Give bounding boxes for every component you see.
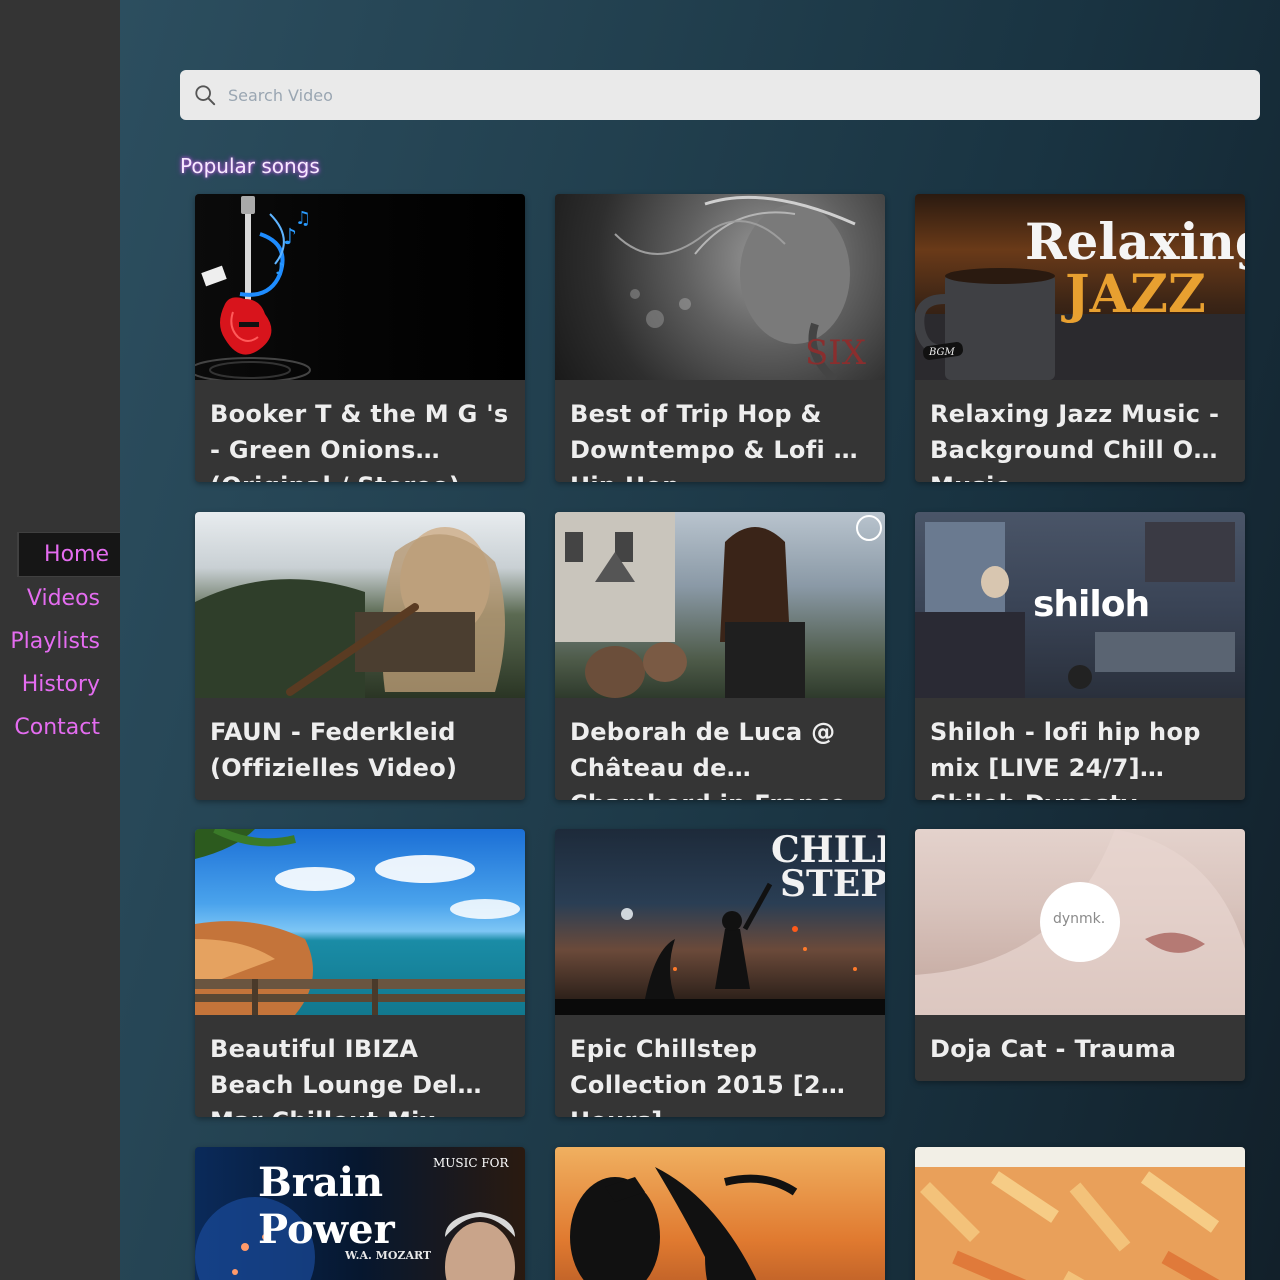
video-thumbnail [555, 1147, 885, 1280]
video-card[interactable]: FAUN - Federkleid (Offizielles Video) [195, 512, 525, 800]
video-title: Beautiful IBIZA Beach Lounge Del Mar Chi… [210, 1035, 458, 1117]
nav-item-history[interactable]: History [0, 663, 120, 706]
search-input[interactable] [228, 70, 1248, 120]
video-title: FAUN - Federkleid (Offizielles Video) [210, 718, 458, 782]
sidebar-nav: Home Videos Playlists History Contact [0, 532, 120, 749]
ibiza-beach-image [195, 829, 525, 1015]
video-title: Booker T & the M G 's - Green Onions (Or… [210, 400, 509, 482]
video-thumbnail: BGM Relaxing JAZZ [915, 194, 1245, 380]
nav-item-home[interactable]: Home [17, 532, 120, 577]
chill-title-line1: CHILL [771, 829, 885, 871]
six-logo-text: SIX [805, 333, 867, 373]
nav-item-contact[interactable]: Contact [0, 706, 120, 749]
video-title: Doja Cat - Trauma [930, 1035, 1177, 1063]
video-card[interactable]: Beautiful IBIZA Beach Lounge Del Mar Chi… [195, 829, 525, 1117]
video-thumbnail [195, 512, 525, 698]
video-thumbnail: shiloh [915, 512, 1245, 698]
smoke-portrait-image: SIX [614, 195, 867, 380]
svg-text:♪: ♪ [275, 259, 285, 278]
dynmk-logo-text: dynmk. [1053, 911, 1106, 927]
video-thumbnail: MUSIC FOR Brain Power W.A. MOZART [195, 1147, 525, 1280]
search-bar[interactable] [180, 70, 1260, 120]
nav-item-playlists[interactable]: Playlists [0, 620, 120, 663]
chill-title-line2: STEP [780, 863, 885, 905]
video-title: Relaxing Jazz Music - Background Chill O… [930, 400, 1223, 482]
brain-author: W.A. MOZART [345, 1249, 432, 1262]
brain-title: Brain Power [258, 1159, 395, 1253]
video-thumbnail: CHILL STEP [555, 829, 885, 1015]
video-card[interactable]: dynmk. Doja Cat - Trauma [915, 829, 1245, 1081]
video-thumbnail: SIX [555, 194, 885, 380]
main-content: Popular songs ♪ ♫ ♪ Booker T & the M G '… [120, 0, 1280, 1280]
video-title: Shiloh - lofi hip hop mix [LIVE 24/7] Sh… [930, 718, 1201, 800]
video-card[interactable]: ♪ ♫ ♪ Booker T & the M G 's - Green Onio… [195, 194, 525, 482]
video-card[interactable]: SIX Best of Trip Hop & Downtempo & Lofi … [555, 194, 885, 482]
dj-at-castle-image [555, 512, 882, 698]
flute-player-image [195, 527, 505, 698]
saxophone-sunset-image [570, 1167, 798, 1280]
guitar-image: ♪ ♫ ♪ [195, 196, 311, 380]
video-title: Best of Trip Hop & Downtempo & Lofi & Hi… [570, 400, 855, 482]
jazz-title-line2: JAZZ [1065, 264, 1206, 325]
nav-item-videos[interactable]: Videos [0, 577, 120, 620]
video-card[interactable] [555, 1147, 885, 1280]
video-card[interactable] [915, 1147, 1245, 1280]
video-card[interactable]: Deborah de Luca @ Château de Chambord in… [555, 512, 885, 800]
sidebar: Home Videos Playlists History Contact [0, 0, 120, 1280]
video-title: Epic Chillstep Collection 2015 [2 Hours] [570, 1035, 821, 1117]
section-title: Popular songs [180, 154, 320, 178]
pasta-image [915, 1167, 1245, 1280]
svg-text:♫: ♫ [295, 208, 311, 229]
video-card[interactable]: BGM Relaxing JAZZ Relaxing Jazz Music - … [915, 194, 1245, 482]
video-card[interactable]: CHILL STEP Epic Chillstep Collection 201… [555, 829, 885, 1117]
shiloh-logo-text: shiloh [1033, 584, 1150, 625]
video-thumbnail [555, 512, 885, 698]
jazz-title-line1: Relaxing [1025, 212, 1245, 271]
video-thumbnail [195, 829, 525, 1015]
video-card[interactable]: shiloh Shiloh - lofi hip hop mix [LIVE 2… [915, 512, 1245, 800]
video-thumbnail: dynmk. [915, 829, 1245, 1015]
video-thumbnail: ♪ ♫ ♪ [195, 194, 525, 380]
video-thumbnail [915, 1147, 1245, 1280]
bgm-badge: BGM [928, 347, 956, 358]
video-title: Deborah de Luca @ Château de Chambord in… [570, 718, 846, 800]
video-card[interactable]: MUSIC FOR Brain Power W.A. MOZART [195, 1147, 525, 1280]
search-icon[interactable] [194, 84, 216, 106]
